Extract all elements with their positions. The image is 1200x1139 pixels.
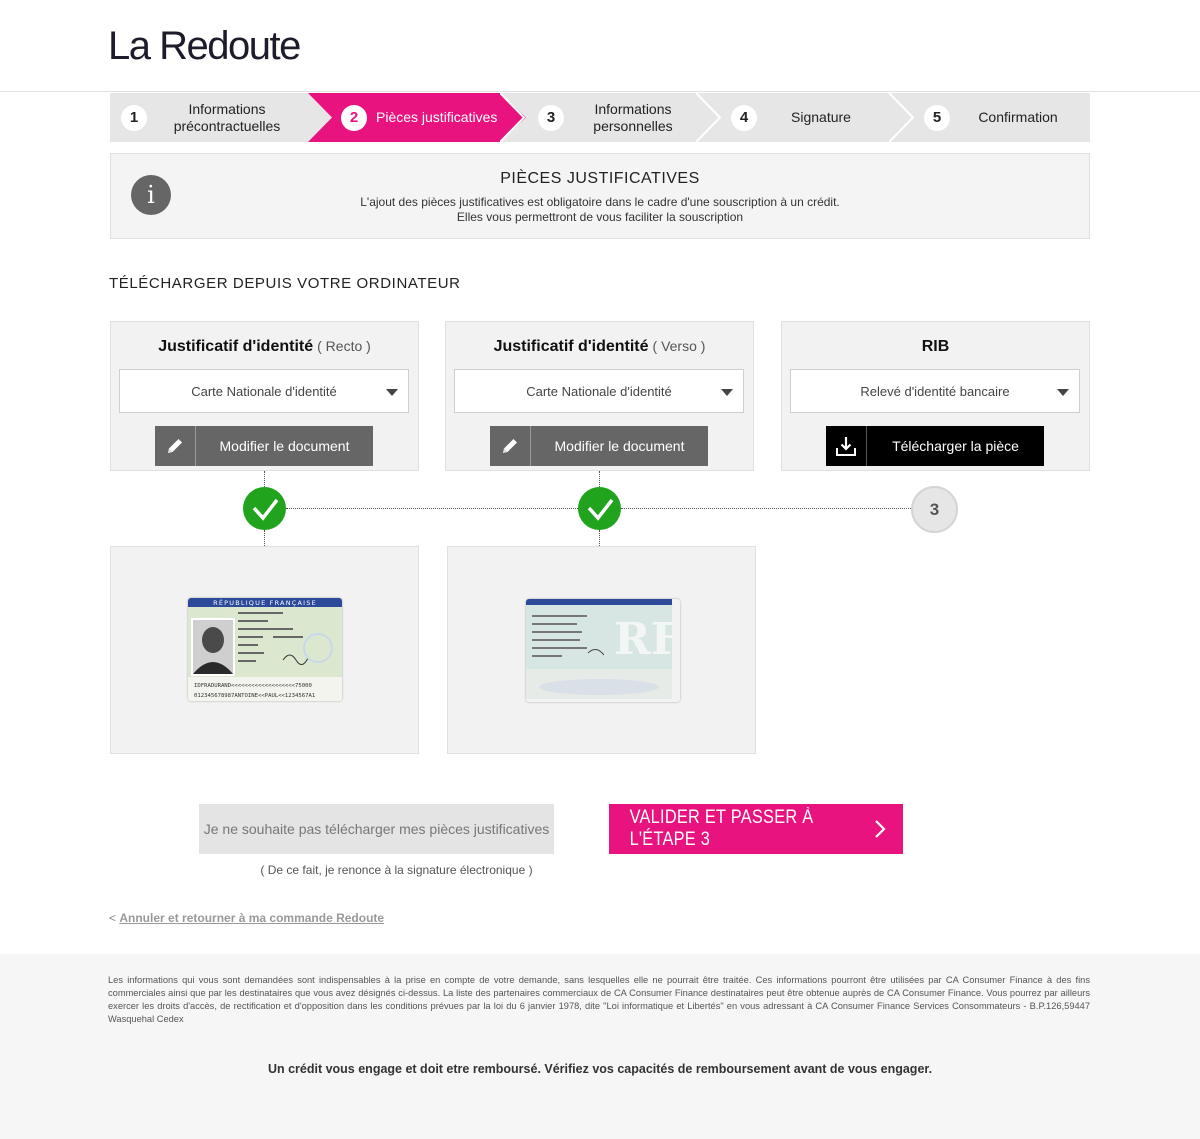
section-title: TÉLÉCHARGER DEPUIS VOTRE ORDINATEUR bbox=[109, 275, 461, 292]
info-text: L'ajout des pièces justificatives est ob… bbox=[111, 195, 1089, 225]
check-icon bbox=[578, 487, 621, 530]
card-subtitle: ( Verso ) bbox=[652, 338, 706, 354]
id-header-text: RÉPUBLIQUE FRANÇAISE bbox=[213, 598, 317, 607]
id-card-front-image: RÉPUBLIQUE FRANÇAISE IDFRADURAND<<<<<<<<… bbox=[188, 598, 342, 701]
button-label: Modifier le document bbox=[219, 438, 350, 454]
footer: Les informations qui vous sont demandées… bbox=[0, 954, 1200, 1139]
document-type-select[interactable]: Carte Nationale d'identité bbox=[454, 369, 744, 413]
card-title-text: RIB bbox=[921, 338, 950, 355]
connector-line bbox=[286, 508, 578, 509]
select-value: Carte Nationale d'identité bbox=[191, 383, 337, 399]
id-card-back-image: RF bbox=[526, 599, 680, 702]
step-1-informations-precontractuelles: 1 Informations précontractuelles bbox=[121, 93, 311, 142]
connector-line bbox=[264, 471, 265, 487]
card-subtitle: ( Recto ) bbox=[317, 338, 371, 354]
step-label: Confirmation bbox=[978, 109, 1058, 125]
button-label: Télécharger la pièce bbox=[892, 438, 1019, 454]
download-icon bbox=[826, 426, 867, 466]
la-redoute-logo[interactable]: La Redoute bbox=[108, 24, 301, 69]
caret-down-icon bbox=[721, 389, 733, 396]
chevron-left-icon: < bbox=[109, 911, 117, 925]
button-label: Modifier le document bbox=[554, 438, 685, 454]
validate-next-step-button[interactable]: VALIDER ET PASSER À L'ÉTAPE 3 bbox=[609, 804, 903, 854]
progress-stepper: 1 Informations précontractuelles 2 Pièce… bbox=[110, 93, 1090, 142]
card-title-text: Justificatif d'identité bbox=[158, 338, 314, 355]
step-label: Pièces justificatives bbox=[376, 109, 498, 125]
document-type-select[interactable]: Relevé d'identité bancaire bbox=[790, 369, 1080, 413]
upload-card-id-verso: Justificatif d'identité( Verso ) Carte N… bbox=[445, 321, 754, 471]
info-text-line-1: L'ajout des pièces justificatives est ob… bbox=[360, 195, 840, 209]
select-value: Carte Nationale d'identité bbox=[526, 383, 672, 399]
card-title: Justificatif d'identité( Verso ) bbox=[446, 338, 753, 356]
connector-line bbox=[599, 530, 600, 546]
step-4-signature: 4 Signature bbox=[731, 93, 891, 142]
mrz-line-1: IDFRADURAND<<<<<<<<<<<<<<<<<<<75000 bbox=[194, 683, 312, 689]
modify-document-button[interactable]: Modifier le document bbox=[155, 426, 373, 466]
document-preview-verso: RF bbox=[447, 546, 756, 754]
svg-text:RF: RF bbox=[614, 614, 672, 665]
cancel-return-link[interactable]: Annuler et retourner à ma commande Redou… bbox=[119, 911, 384, 925]
chevron-right-icon bbox=[875, 820, 886, 838]
cancel-link-wrapper: < Annuler et retourner à ma commande Red… bbox=[109, 911, 384, 925]
decline-note: ( De ce fait, je renonce à la signature … bbox=[260, 863, 533, 877]
button-label: VALIDER ET PASSER À L'ÉTAPE 3 bbox=[629, 807, 814, 850]
step-number: 4 bbox=[731, 104, 757, 131]
modify-document-button[interactable]: Modifier le document bbox=[490, 426, 708, 466]
step-2-pieces-justificatives: 2 Pièces justificatives bbox=[341, 93, 511, 142]
pending-step-number: 3 bbox=[911, 486, 958, 533]
info-title: PIÈCES JUSTIFICATIVES bbox=[500, 170, 700, 187]
decline-upload-button[interactable]: Je ne souhaite pas télécharger mes pièce… bbox=[199, 804, 554, 854]
connector-line bbox=[621, 508, 911, 509]
pencil-icon bbox=[490, 426, 531, 466]
card-title-text: Justificatif d'identité bbox=[493, 338, 649, 355]
info-panel: i PIÈCES JUSTIFICATIVES L'ajout des pièc… bbox=[110, 153, 1090, 239]
step-label: Signature bbox=[791, 109, 851, 125]
caret-down-icon bbox=[386, 389, 398, 396]
credit-warning: Un crédit vous engage et doit etre rembo… bbox=[267, 1062, 933, 1076]
step-3-informations-personnelles: 3 Informations personnelles bbox=[538, 93, 698, 142]
step-number: 1 bbox=[121, 104, 147, 131]
info-text-line-2: Elles vous permettront de vous faciliter… bbox=[456, 210, 744, 224]
select-value: Relevé d'identité bancaire bbox=[860, 383, 1010, 399]
step-separator bbox=[889, 93, 915, 142]
connector-line bbox=[599, 471, 600, 487]
pencil-icon bbox=[155, 426, 196, 466]
card-title: Justificatif d'identité( Recto ) bbox=[111, 338, 418, 356]
mrz-line-2: 012345678987ANTOINE<<PAUL<<1234567A1 bbox=[194, 693, 315, 699]
document-type-select[interactable]: Carte Nationale d'identité bbox=[119, 369, 409, 413]
step-label: Informations précontractuelles bbox=[173, 100, 281, 134]
connector-line bbox=[264, 530, 265, 546]
upload-card-id-recto: Justificatif d'identité( Recto ) Carte N… bbox=[110, 321, 419, 471]
upload-document-button[interactable]: Télécharger la pièce bbox=[826, 426, 1044, 466]
step-5-confirmation: 5 Confirmation bbox=[924, 93, 1090, 142]
step-number: 2 bbox=[341, 104, 367, 131]
upload-card-rib: RIB Relevé d'identité bancaire Télécharg… bbox=[781, 321, 1090, 471]
site-header: La Redoute bbox=[0, 0, 1200, 92]
check-icon bbox=[243, 487, 286, 530]
legal-notice: Les informations qui vous sont demandées… bbox=[108, 975, 1090, 1024]
step-separator bbox=[696, 93, 722, 142]
card-title: RIB bbox=[782, 338, 1089, 356]
document-preview-recto: RÉPUBLIQUE FRANÇAISE IDFRADURAND<<<<<<<<… bbox=[110, 546, 419, 754]
step-number: 5 bbox=[924, 104, 950, 131]
caret-down-icon bbox=[1057, 389, 1069, 396]
step-label: Informations personnelles bbox=[593, 100, 673, 134]
step-number: 3 bbox=[538, 104, 564, 131]
